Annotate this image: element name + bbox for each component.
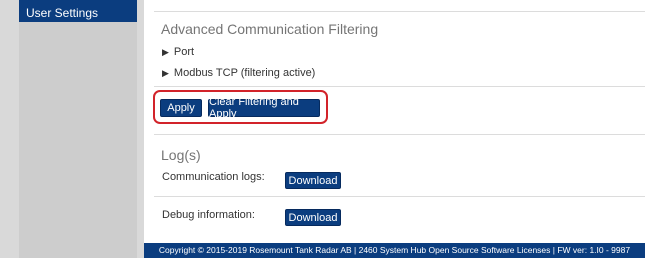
tree-item-port[interactable]: ▶ Port (162, 46, 194, 58)
clear-filtering-apply-button[interactable]: Clear Filtering and Apply (208, 96, 320, 120)
tree-item-label: Port (173, 46, 195, 58)
download-debug-information-button[interactable]: Download (285, 209, 341, 226)
apply-button[interactable]: Apply (160, 99, 202, 117)
divider (154, 196, 645, 197)
sidebar: User Settings (19, 0, 137, 258)
triangle-right-icon: ▶ (162, 68, 169, 78)
communication-logs-label: Communication logs: (162, 171, 265, 183)
tree-item-modbus-tcp[interactable]: ▶ Modbus TCP (filtering active) (162, 67, 315, 79)
main-content: Advanced Communication Filtering ▶ Port ▶… (144, 0, 645, 243)
divider (154, 134, 645, 135)
tree-item-label: Modbus TCP (filtering active) (173, 67, 316, 79)
footer: Copyright © 2015-2019 Rosemount Tank Rad… (144, 243, 645, 258)
sidebar-item-user-settings[interactable]: User Settings (19, 0, 137, 22)
sidebar-item-label: User Settings (26, 6, 99, 20)
download-communication-logs-button[interactable]: Download (285, 172, 341, 189)
triangle-right-icon: ▶ (162, 47, 169, 57)
logs-section-title: Log(s) (161, 147, 201, 163)
divider (154, 11, 645, 12)
debug-information-label: Debug information: (162, 209, 255, 221)
divider (154, 86, 645, 87)
copyright-text: Copyright © 2015-2019 Rosemount Tank Rad… (158, 245, 631, 255)
filtering-section-title: Advanced Communication Filtering (161, 21, 379, 37)
